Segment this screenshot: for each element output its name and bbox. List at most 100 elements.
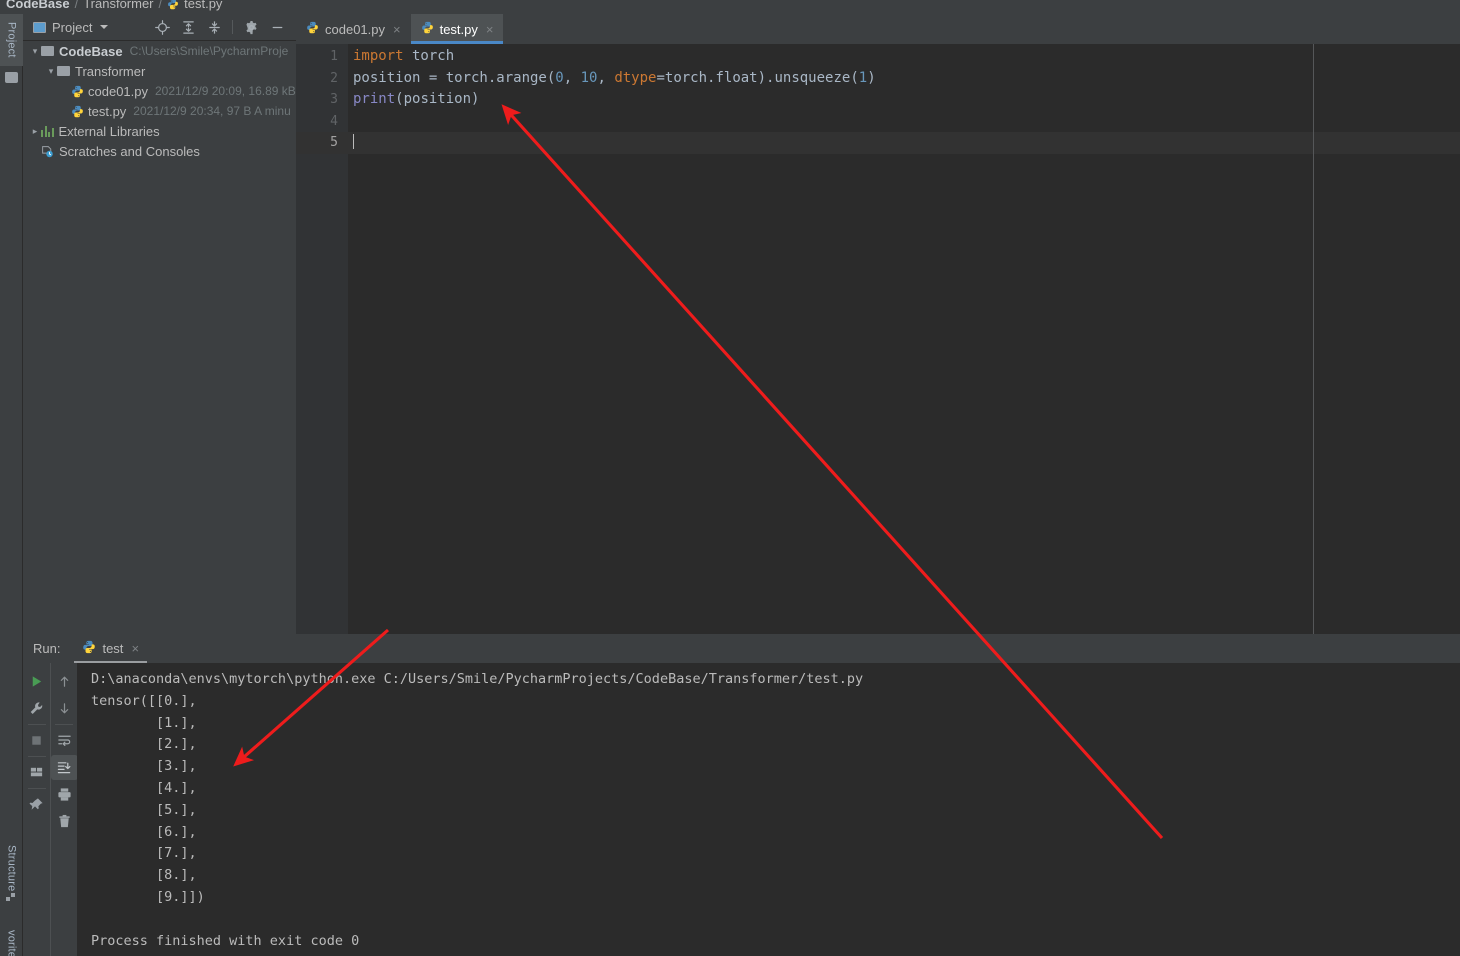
minimize-icon[interactable]	[266, 16, 288, 38]
breadcrumb: CodeBase / Transformer / test.py	[0, 0, 1460, 14]
pin-icon[interactable]	[23, 792, 50, 817]
console-line: [5.],	[91, 801, 197, 818]
code-text: position = torch.arange(	[353, 69, 556, 86]
breadcrumb-item-folder[interactable]: Transformer	[83, 0, 153, 11]
layout-icon[interactable]	[23, 760, 50, 785]
code-text: (position)	[395, 91, 480, 107]
sidebar-tab-project[interactable]: Project	[0, 14, 23, 66]
python-file-icon	[71, 105, 84, 118]
trash-icon[interactable]	[51, 809, 78, 834]
tree-label: code01.py	[88, 83, 148, 99]
editor-gutter[interactable]: 1 2 3 4 5	[296, 44, 348, 634]
tree-label: Transformer	[75, 63, 146, 79]
editor-tabbar: code01.py × test.py ×	[296, 14, 1460, 44]
code-editor[interactable]: import torch position = torch.arange(0, …	[348, 44, 1460, 634]
collapse-all-icon[interactable]	[203, 16, 225, 38]
project-panel-title: Project	[52, 19, 93, 35]
project-panel-title-button[interactable]: Project	[23, 19, 109, 35]
chevron-right-icon[interactable]: ▸	[29, 126, 41, 137]
project-panel-toolbar: Project	[23, 14, 296, 41]
breadcrumb-separator: /	[74, 0, 79, 11]
console-line: [8.],	[91, 867, 197, 884]
code-line-5	[348, 132, 1460, 154]
code-number: 10	[580, 69, 598, 86]
toolbar-divider	[27, 724, 46, 725]
run-tab-label: test	[102, 641, 124, 656]
line-number: 4	[330, 113, 338, 129]
breadcrumb-item-file[interactable]: test.py	[184, 0, 222, 11]
code-param: dtype	[614, 69, 657, 86]
python-file-icon	[421, 21, 434, 37]
tree-row-codebase[interactable]: ▾ CodeBase C:\Users\Smile\PycharmProje	[23, 41, 296, 61]
close-icon[interactable]: ×	[393, 22, 401, 37]
console-line: D:\anaconda\envs\mytorch\python.exe C:/U…	[91, 671, 864, 687]
breadcrumb-item-project[interactable]: CodeBase	[6, 0, 70, 11]
chevron-down-icon[interactable]: ▾	[45, 66, 57, 77]
editor-tab-test[interactable]: test.py ×	[410, 14, 504, 44]
sidebar-tab-project-label: Project	[5, 22, 18, 58]
close-icon[interactable]: ×	[486, 22, 494, 37]
up-arrow-icon[interactable]	[51, 669, 78, 694]
line-number: 3	[330, 92, 338, 107]
console-line: [3.],	[91, 758, 197, 775]
code-text: ,	[597, 69, 615, 86]
soft-wrap-icon[interactable]	[51, 728, 78, 753]
python-file-icon	[306, 21, 319, 37]
editor-area: code01.py × test.py × 1 2 3 4 5 import t…	[296, 14, 1460, 634]
tree-row-external-libraries[interactable]: ▸ External Libraries	[23, 121, 296, 141]
tree-row-code01[interactable]: code01.py 2021/12/9 20:09, 16.89 kB	[23, 81, 296, 101]
code-text: torch	[403, 48, 455, 64]
down-arrow-icon[interactable]	[51, 696, 78, 721]
line-number-current: 5	[296, 132, 348, 154]
code-number: 0	[555, 69, 564, 86]
scroll-to-end-icon[interactable]	[51, 755, 78, 780]
close-icon[interactable]: ×	[131, 641, 139, 656]
tree-meta: C:\Users\Smile\PycharmProje	[129, 44, 289, 58]
sidebar-tab-favorites-label: vorites	[5, 930, 18, 956]
stop-icon[interactable]	[23, 728, 50, 753]
toolbar-divider	[27, 756, 46, 757]
chevron-down-icon[interactable]: ▾	[29, 46, 41, 57]
code-text: =torch.float).unsqueeze(	[656, 69, 859, 86]
run-toolbar-left	[23, 663, 50, 956]
python-file-icon	[167, 0, 179, 10]
tree-label: CodeBase	[59, 43, 123, 59]
scratches-icon	[41, 145, 54, 158]
locate-target-icon[interactable]	[151, 16, 173, 38]
editor-tab-label: test.py	[439, 21, 478, 37]
code-text: ,	[563, 69, 581, 86]
project-tree[interactable]: ▾ CodeBase C:\Users\Smile\PycharmProje ▾…	[23, 41, 296, 607]
project-panel: Project ▾ CodeBase C:\Users\Smile\Pychar…	[23, 14, 296, 646]
code-text: )	[867, 69, 876, 86]
console-output[interactable]: D:\anaconda\envs\mytorch\python.exe C:/U…	[77, 663, 1460, 956]
tree-row-scratches[interactable]: Scratches and Consoles	[23, 141, 296, 161]
expand-all-icon[interactable]	[177, 16, 199, 38]
print-icon[interactable]	[51, 782, 78, 807]
editor-tab-code01[interactable]: code01.py ×	[296, 14, 411, 44]
folder-icon	[41, 46, 54, 56]
code-keyword: import	[353, 48, 404, 64]
code-line-1: import torch	[348, 46, 1460, 68]
editor-tab-label: code01.py	[325, 21, 385, 37]
folder-icon[interactable]	[5, 72, 18, 83]
console-line: [1.],	[91, 714, 197, 731]
code-function: print	[353, 91, 396, 107]
structure-icon	[6, 890, 17, 901]
run-icon[interactable]	[23, 669, 50, 694]
run-tab-test[interactable]: test ×	[74, 634, 147, 663]
toolbar-divider	[55, 724, 73, 725]
folder-icon	[57, 66, 70, 76]
tree-row-test[interactable]: test.py 2021/12/9 20:34, 97 B A minu	[23, 101, 296, 121]
gear-icon[interactable]	[240, 16, 262, 38]
toolbar-divider	[27, 788, 46, 789]
run-label: Run:	[33, 641, 61, 656]
tree-row-transformer[interactable]: ▾ Transformer	[23, 61, 296, 81]
python-file-icon	[71, 85, 84, 98]
tree-label: External Libraries	[58, 123, 160, 139]
chevron-down-icon[interactable]	[100, 25, 109, 29]
wrench-icon[interactable]	[23, 696, 50, 721]
tree-label: test.py	[88, 103, 127, 119]
sidebar-tab-favorites[interactable]: vorites	[0, 924, 23, 956]
